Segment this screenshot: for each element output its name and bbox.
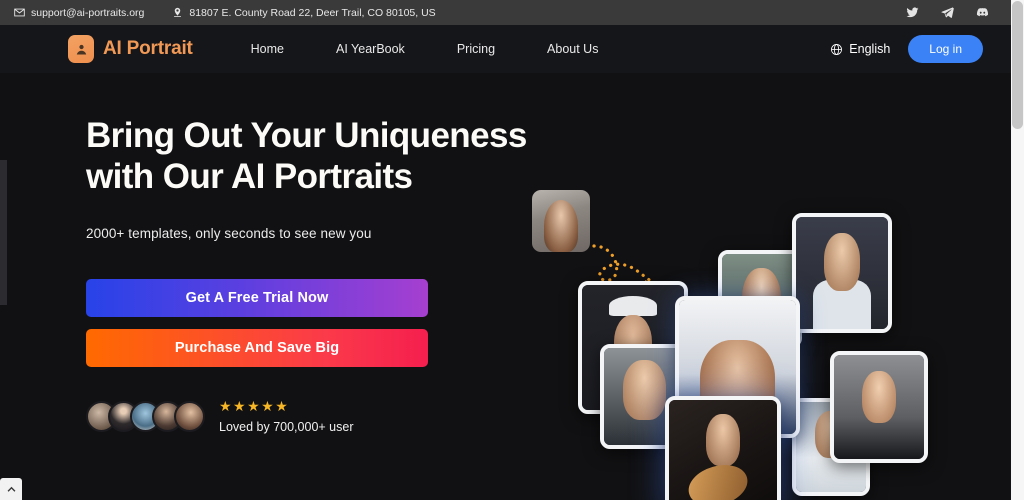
envelope-icon	[14, 7, 25, 18]
brand-name: AI Portrait	[103, 38, 193, 59]
vertical-scrollbar[interactable]	[1011, 0, 1024, 500]
avatar	[174, 400, 205, 432]
main-navigation: AI Portrait Home AI YearBook Pricing Abo…	[0, 25, 1011, 73]
telegram-icon[interactable]	[941, 6, 954, 19]
hero-copy: Bring Out Your Uniqueness with Our AI Po…	[86, 115, 556, 434]
nav-link-about-us[interactable]: About Us	[521, 36, 624, 62]
headline-line-1: Bring Out Your Uniqueness	[86, 116, 527, 155]
language-label: English	[849, 42, 891, 56]
user-portrait-icon	[68, 35, 94, 63]
twitter-icon[interactable]	[906, 6, 919, 19]
top-contact-bar: support@ai-portraits.org 81807 E. County…	[0, 0, 1011, 25]
contact-email[interactable]: support@ai-portraits.org	[14, 7, 144, 19]
login-button[interactable]: Log in	[908, 35, 983, 63]
free-trial-button[interactable]: Get A Free Trial Now	[86, 278, 428, 317]
contact-address-text: 81807 E. County Road 22, Deer Trail, CO …	[189, 6, 436, 19]
globe-icon	[830, 43, 843, 56]
nav-link-pricing[interactable]: Pricing	[431, 36, 521, 62]
portrait-business-suit[interactable]	[830, 351, 928, 463]
nav-links: Home AI YearBook Pricing About Us	[225, 36, 625, 62]
hero-subheadline: 2000+ templates, only seconds to see new…	[86, 225, 372, 241]
brand-logo[interactable]: AI Portrait	[68, 35, 193, 63]
contact-email-text: support@ai-portraits.org	[31, 6, 145, 19]
rating-block: ★★★★★ Loved by 700,000+ user	[219, 399, 353, 434]
social-proof-text: Loved by 700,000+ user	[219, 419, 354, 434]
portrait-collage	[520, 168, 990, 500]
page-root: support@ai-portraits.org 81807 E. County…	[0, 0, 1024, 500]
social-proof: ★★★★★ Loved by 700,000+ user	[86, 399, 556, 434]
page-title: Bring Out Your Uniqueness with Our AI Po…	[86, 115, 556, 198]
nav-right-actions: English Log in	[830, 35, 983, 63]
source-portrait-photo[interactable]	[532, 190, 590, 252]
location-pin-icon	[172, 7, 183, 18]
portrait-guitarist[interactable]	[665, 396, 781, 500]
chevron-up-icon	[6, 484, 17, 495]
left-edge-strip	[0, 160, 7, 305]
discord-icon[interactable]	[976, 6, 989, 19]
nav-link-home[interactable]: Home	[225, 36, 310, 62]
scrollbar-thumb[interactable]	[1012, 1, 1023, 129]
hero-section: Bring Out Your Uniqueness with Our AI Po…	[0, 73, 1011, 500]
headline-line-2: with Our AI Portraits	[86, 157, 413, 197]
star-rating: ★★★★★	[219, 397, 290, 414]
portrait-doctor[interactable]	[792, 213, 892, 333]
contact-address[interactable]: 81807 E. County Road 22, Deer Trail, CO …	[172, 6, 436, 19]
purchase-button[interactable]: Purchase And Save Big	[86, 328, 428, 367]
language-selector[interactable]: English	[830, 42, 890, 56]
scroll-to-top-button[interactable]	[0, 478, 22, 500]
avatar-group	[86, 400, 205, 432]
social-links	[906, 6, 997, 19]
nav-link-ai-yearbook[interactable]: AI YearBook	[310, 36, 431, 62]
